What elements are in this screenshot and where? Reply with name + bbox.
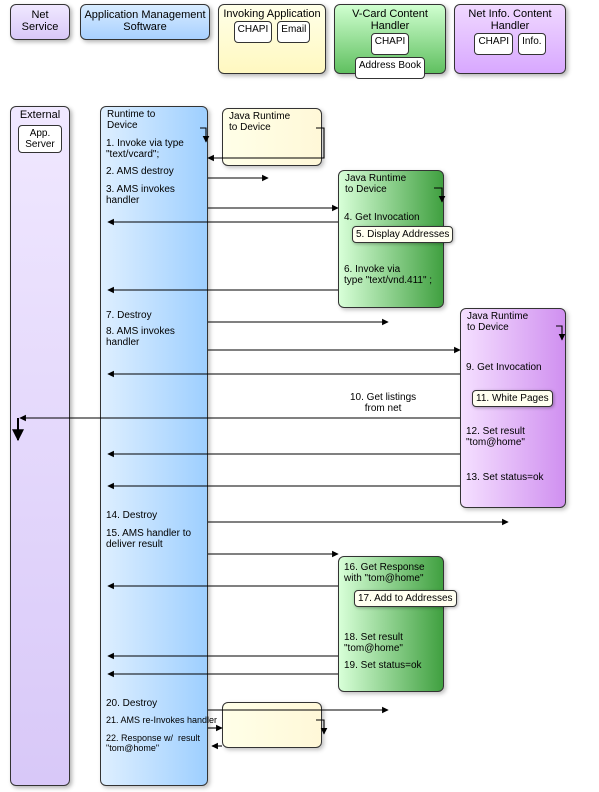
subbox-chapi: CHAPI [474, 33, 513, 55]
step-16: 16. Get Response with "tom@home" [344, 562, 425, 584]
step-6: 6. Invoke via type "text/vnd.411" ; [344, 264, 432, 286]
lane-ams: Application Management Software [80, 4, 210, 40]
lane-label: V-Card Content Handler [352, 8, 428, 32]
subbox-address-book: Address Book [355, 57, 425, 79]
lane-label: Net Info. Content Handler [468, 8, 551, 32]
step-13: 13. Set status=ok [466, 472, 544, 483]
step-12: 12. Set result "tom@home" [466, 426, 525, 448]
subbox-chapi: CHAPI [234, 21, 273, 43]
lane-vcard: V-Card Content Handler CHAPI Address Boo… [334, 4, 446, 74]
lane-netinfo: Net Info. Content Handler CHAPI Info. [454, 4, 566, 74]
subbox-chapi: CHAPI [371, 33, 410, 55]
subbox-info: Info. [518, 33, 545, 55]
lane-label: External [20, 109, 60, 121]
runtime-title: Runtime to Device [107, 109, 155, 131]
step-22: 22. Response w/ result "tom@home" [106, 734, 200, 754]
subbox-app-server: App. Server [18, 125, 62, 153]
lifeline-invoking-2 [222, 702, 322, 748]
step-10: 10. Get listings from net [350, 392, 416, 414]
step-8: 8. AMS invokes handler [106, 326, 175, 348]
step-3: 3. AMS invokes handler [106, 184, 175, 206]
step-9: 9. Get Invocation [466, 362, 542, 373]
step-4: 4. Get Invocation [344, 212, 420, 223]
step-15: 15. AMS handler to deliver result [106, 528, 191, 550]
lane-invoking: Invoking Application CHAPI Email [218, 4, 326, 74]
lane-label: Application Management Software [84, 9, 205, 33]
runtime-title: Java Runtime to Device [467, 311, 528, 333]
step-21: 21. AMS re-Invokes handler [106, 716, 217, 726]
step-14: 14. Destroy [106, 510, 157, 521]
lane-label: Invoking Application [223, 8, 320, 20]
subbox-email: Email [277, 21, 310, 43]
lane-external: External App. Server [10, 106, 70, 786]
step-7: 7. Destroy [106, 310, 152, 321]
lifeline-ams: Runtime to Device [100, 106, 208, 786]
step-18: 18. Set result "tom@home" [344, 632, 403, 654]
step-1: 1. Invoke via type "text/vcard"; [106, 138, 184, 160]
runtime-title: Java Runtime to Device [345, 173, 406, 195]
step-5-box: 5. Display Addresses [352, 226, 453, 243]
step-17-box: 17. Add to Addresses [354, 590, 457, 607]
lifeline-invoking-1: Java Runtime to Device [222, 108, 322, 166]
lane-net-service: Net Service [10, 4, 70, 40]
step-20: 20. Destroy [106, 698, 157, 709]
step-19: 19. Set status=ok [344, 660, 422, 671]
step-2: 2. AMS destroy [106, 166, 174, 177]
lane-label: Net Service [22, 9, 59, 33]
runtime-title: Java Runtime to Device [229, 111, 290, 133]
step-11-box: 11. White Pages [472, 390, 553, 407]
